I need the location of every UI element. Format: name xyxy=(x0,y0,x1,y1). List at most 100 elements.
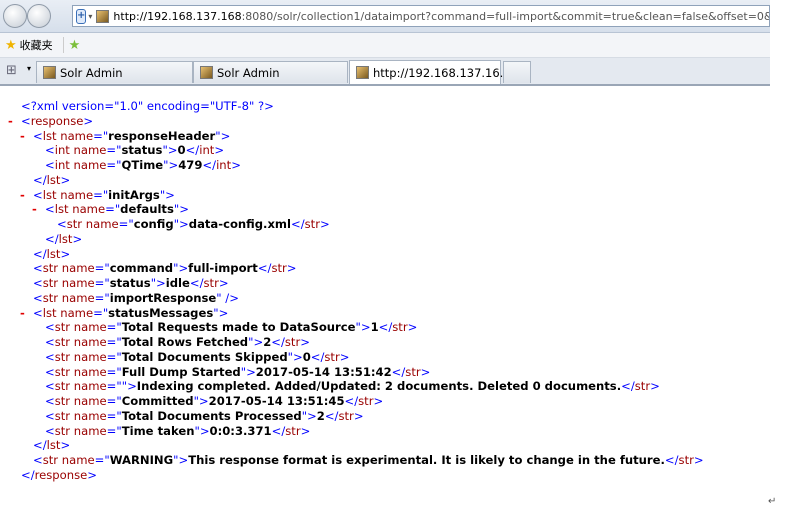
bracket: > xyxy=(87,468,98,482)
attr-value: Total Rows Fetched xyxy=(121,335,249,350)
bracket: < xyxy=(45,202,55,217)
attr-name: name xyxy=(69,158,107,173)
attr-name: name xyxy=(70,379,107,394)
bracket: > xyxy=(165,187,175,202)
xml-line-lst: </lst> xyxy=(33,173,70,188)
return-mark: ↵ xyxy=(768,496,777,507)
attr-value: initArgs xyxy=(108,187,160,202)
bracket: > xyxy=(214,143,225,158)
bracket: > xyxy=(218,305,229,320)
quote: =" xyxy=(93,305,109,320)
security-shield-icon[interactable]: + xyxy=(76,8,87,24)
bracket: </ xyxy=(21,468,35,482)
favorites-star-icon[interactable]: ★ xyxy=(5,38,17,53)
xml-line-str: <str name="Time taken">0:0:3.371</str> xyxy=(45,424,310,439)
tag-name: str xyxy=(358,394,374,409)
attr-name: name xyxy=(70,335,107,350)
quote: =" xyxy=(106,158,122,173)
bracket: < xyxy=(45,158,55,173)
page-favicon-icon xyxy=(96,9,110,23)
quote: =" xyxy=(118,217,134,232)
tab-label: http://192.168.137.16... xyxy=(373,65,511,80)
bracket: < xyxy=(33,290,43,305)
bracket: > xyxy=(286,261,297,276)
forward-button[interactable] xyxy=(27,4,51,28)
xml-line-response: </response> xyxy=(21,468,97,483)
attr-name: name xyxy=(56,187,94,202)
chevron-down-icon[interactable]: ▾ xyxy=(27,64,31,73)
xml-line-lst: - <lst name="responseHeader"> xyxy=(20,128,231,144)
bracket: > xyxy=(353,408,364,423)
bracket: > xyxy=(198,394,209,409)
element-text: 1 xyxy=(370,320,379,335)
bracket: < xyxy=(45,320,55,335)
xml-line-str: <str name="Total Requests made to DataSo… xyxy=(45,320,417,335)
tag-name: int xyxy=(216,158,232,173)
attr-value: defaults xyxy=(120,202,174,217)
attr-value: WARNING xyxy=(109,453,174,468)
tag-name: str xyxy=(678,453,694,468)
new-tab-button[interactable] xyxy=(503,61,531,83)
bracket: < xyxy=(33,128,43,143)
favorites-button[interactable]: 收藏夹 xyxy=(20,37,53,53)
quote: =" xyxy=(106,320,122,335)
xml-line-str: <str name="importResponse" /> xyxy=(33,291,239,306)
attr-name: name xyxy=(69,143,107,158)
navigation-bar: + ▾ http://192.168.137.168:8080/solr/col… xyxy=(0,0,770,33)
back-button[interactable] xyxy=(3,4,27,28)
attr-name: name xyxy=(58,453,95,468)
collapse-toggle[interactable]: - xyxy=(20,129,25,144)
bracket: < xyxy=(45,335,55,350)
bracket: < xyxy=(45,408,55,423)
tab-solr-admin-1[interactable]: Solr Admin xyxy=(36,61,193,83)
attr-name: name xyxy=(70,320,107,335)
bracket: </ xyxy=(33,172,47,187)
bracket: > xyxy=(650,379,660,394)
collapse-toggle[interactable]: - xyxy=(32,202,37,217)
collapse-toggle[interactable]: - xyxy=(8,114,13,129)
chevron-down-icon[interactable]: ▾ xyxy=(88,12,92,21)
quote: =" xyxy=(94,261,110,276)
bracket: > xyxy=(300,423,311,438)
bracket: > xyxy=(72,231,83,246)
quote: =" xyxy=(94,453,110,468)
bracket: < xyxy=(45,394,55,409)
bracket: > xyxy=(220,128,231,143)
tag-name: str xyxy=(42,290,59,305)
attr-name: name xyxy=(58,261,95,276)
xml-line-str: <str name="Full Dump Started">2017-05-14… xyxy=(45,365,430,380)
bracket: > xyxy=(693,453,704,468)
bracket: < xyxy=(45,364,55,379)
tag-name: lst xyxy=(58,231,73,246)
quote: =" xyxy=(105,202,121,217)
bracket: < xyxy=(33,453,43,468)
tag-name: int xyxy=(199,143,215,158)
tag-name: lst xyxy=(42,305,57,320)
tag-name: str xyxy=(54,423,71,438)
page-favicon-icon xyxy=(200,66,213,79)
add-favorite-icon[interactable]: ★ xyxy=(69,38,81,53)
tag-name: str xyxy=(54,335,71,350)
collapse-toggle[interactable]: - xyxy=(20,306,25,321)
bracket: < xyxy=(33,187,43,202)
bracket: </ xyxy=(271,335,285,350)
address-bar[interactable]: + ▾ http://192.168.137.168:8080/solr/col… xyxy=(72,5,770,27)
collapse-toggle[interactable]: - xyxy=(20,188,25,203)
bracket: > xyxy=(407,320,418,335)
tag-name: str xyxy=(42,276,59,291)
bracket: > xyxy=(231,158,241,173)
attr-name: name xyxy=(70,349,107,364)
tab-solr-admin-2[interactable]: Solr Admin xyxy=(193,61,348,83)
attr-value: Committed xyxy=(121,394,194,409)
tab-grid-icon[interactable]: ⊞ xyxy=(6,63,17,78)
address-path: :8080/solr/collection1/dataimport?comman… xyxy=(241,9,770,23)
attr-value: Time taken xyxy=(121,423,195,438)
element-text: 479 xyxy=(178,158,203,173)
bracket: </ xyxy=(189,276,204,291)
bracket: < xyxy=(45,423,55,438)
tag-name: str xyxy=(54,379,71,394)
tab-dataimport[interactable]: http://192.168.137.16... x xyxy=(349,60,525,84)
element-text: 0 xyxy=(302,349,311,364)
tag-name: lst xyxy=(46,438,61,453)
bracket: > xyxy=(300,335,310,350)
